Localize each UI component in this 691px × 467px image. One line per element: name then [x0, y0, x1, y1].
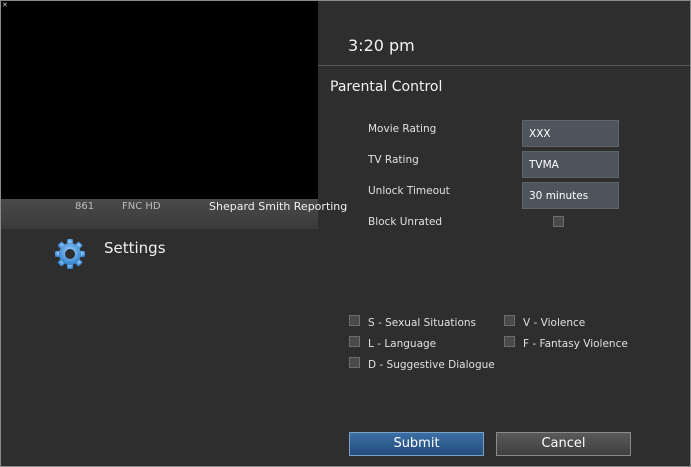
video-preview: [1, 1, 318, 199]
corner-indicator-icon: ✕: [2, 1, 8, 9]
panel-title: Parental Control: [330, 79, 443, 95]
cancel-button[interactable]: Cancel: [496, 432, 631, 456]
language-label: L - Language: [368, 338, 437, 350]
language-checkbox[interactable]: [349, 336, 360, 347]
gear-icon: [55, 239, 85, 269]
channel-name: FNC HD: [122, 201, 161, 212]
clock: 3:20 pm: [348, 36, 415, 55]
violence-checkbox[interactable]: [504, 315, 515, 326]
header-divider: [318, 65, 690, 66]
tv-rating-field[interactable]: TVMA: [522, 151, 619, 178]
movie-rating-field[interactable]: XXX: [522, 120, 619, 147]
channel-number: 861: [75, 201, 95, 212]
fantasy-violence-checkbox[interactable]: [504, 336, 515, 347]
block-unrated-checkbox[interactable]: [553, 216, 564, 227]
settings-title: Settings: [104, 239, 166, 257]
sexual-situations-label: S - Sexual Situations: [368, 317, 476, 329]
violence-label: V - Violence: [523, 317, 586, 329]
tv-rating-label: TV Rating: [368, 154, 419, 166]
submit-button[interactable]: Submit: [349, 432, 484, 456]
suggestive-dialogue-checkbox[interactable]: [349, 357, 360, 368]
unlock-timeout-field[interactable]: 30 minutes: [522, 182, 619, 209]
fantasy-violence-label: F - Fantasy Violence: [523, 338, 628, 350]
movie-rating-label: Movie Rating: [368, 123, 437, 135]
sexual-situations-checkbox[interactable]: [349, 315, 360, 326]
suggestive-dialogue-label: D - Suggestive Dialogue: [368, 359, 495, 371]
unlock-timeout-label: Unlock Timeout: [368, 185, 450, 197]
program-title: Shepard Smith Reporting: [209, 200, 348, 213]
block-unrated-label: Block Unrated: [368, 216, 443, 228]
